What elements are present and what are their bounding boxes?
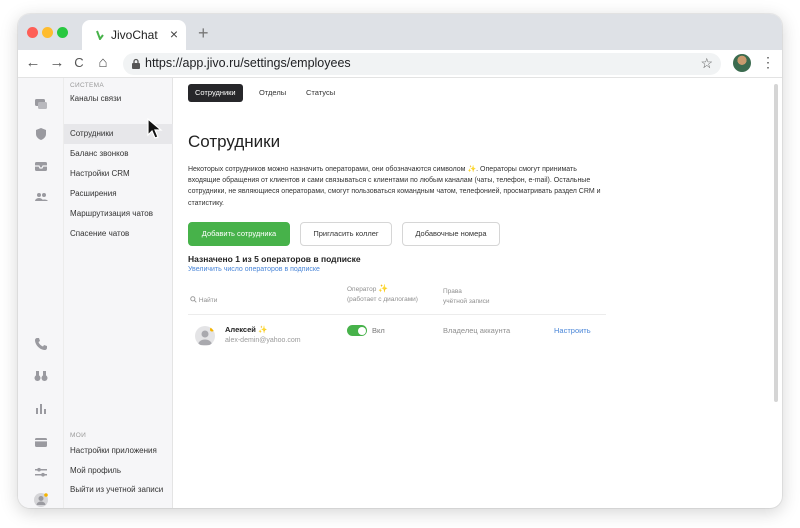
operator-toggle-label: Вкл xyxy=(372,326,385,335)
search-placeholder: Найти xyxy=(198,297,218,304)
column-rights-header: Права учётной записи xyxy=(443,287,490,307)
avatar xyxy=(195,326,215,346)
page-scrollbar[interactable] xyxy=(774,84,778,402)
page-title: Сотрудники xyxy=(188,132,281,151)
sidebar-item-logout[interactable]: Выйти из учетной записи xyxy=(64,482,164,506)
contacts-icon[interactable] xyxy=(33,188,49,204)
configure-link[interactable]: Настроить xyxy=(554,326,591,335)
new-tab-button[interactable]: + xyxy=(198,23,209,44)
wallet-icon[interactable] xyxy=(33,434,49,450)
tab-statuses[interactable]: Статусы xyxy=(299,84,342,102)
browser-window: JivoChat × + ← → C ⌂ https://app.jivo.ru… xyxy=(18,14,782,508)
increase-operators-link[interactable]: Увеличить число операторов в подписке xyxy=(188,266,320,273)
url-text: https://app.jivo.ru/settings/employees xyxy=(145,56,351,70)
column-rights-title: Права xyxy=(443,288,462,295)
employee-email: alex-demin@yahoo.com xyxy=(225,337,301,344)
column-rights-subtitle: учётной записи xyxy=(443,298,490,305)
operator-sparkle-icon: ✨ xyxy=(378,284,389,293)
browser-tab[interactable]: JivoChat × xyxy=(82,20,186,50)
operator-sparkle-icon: ✨ xyxy=(467,166,477,173)
column-operator-subtitle: (работает с диалогами) xyxy=(347,296,418,303)
operator-sparkle-icon: ✨ xyxy=(257,325,268,334)
inbox-icon[interactable] xyxy=(33,158,49,174)
search-icon xyxy=(190,296,197,303)
address-bar[interactable]: https://app.jivo.ru/settings/employees ☆ xyxy=(123,53,721,75)
main-content: Сотрудники Отделы Статусы Сотрудники Нек… xyxy=(173,78,773,508)
sidebar-item-my-profile[interactable]: Мой профиль xyxy=(64,461,173,481)
browser-menu-icon[interactable]: ⋮ xyxy=(761,54,775,71)
invite-colleagues-button[interactable]: Пригласить коллег xyxy=(300,222,392,246)
mouse-cursor-icon xyxy=(147,118,163,139)
account-role: Владелец аккаунта xyxy=(443,326,511,335)
add-employee-button[interactable]: Добавить сотрудника xyxy=(188,222,290,246)
employee-name: Алексей ✨ xyxy=(225,325,267,334)
sidebar-item-chat-rescue[interactable]: Спасение чатов xyxy=(64,224,173,244)
section-system-label: СИСТЕМА xyxy=(70,82,105,89)
page-description: Некоторых сотрудников можно назначить оп… xyxy=(188,164,608,209)
operator-toggle[interactable] xyxy=(347,325,367,336)
browser-toolbar: ← → C ⌂ https://app.jivo.ru/settings/emp… xyxy=(18,50,782,78)
chats-icon[interactable] xyxy=(33,96,49,112)
minimize-window-button[interactable] xyxy=(42,27,53,38)
sidebar-item-crm-settings[interactable]: Настройки CRM xyxy=(64,164,173,184)
shield-icon[interactable] xyxy=(33,126,49,142)
tab-departments[interactable]: Отделы xyxy=(252,84,293,102)
toggle-knob xyxy=(357,326,366,335)
close-window-button[interactable] xyxy=(27,27,38,38)
bookmark-star-icon[interactable]: ☆ xyxy=(700,55,713,72)
settings-sidebar: СИСТЕМА Каналы связи Сотрудники Баланс з… xyxy=(64,78,173,508)
profile-avatar[interactable] xyxy=(733,54,751,72)
operators-assigned-text: Назначено 1 из 5 операторов в подписке xyxy=(188,254,361,264)
user-placeholder-icon xyxy=(198,327,214,345)
tab-employees[interactable]: Сотрудники xyxy=(188,84,243,102)
extension-numbers-button[interactable]: Добавочные номера xyxy=(402,222,500,246)
forward-icon[interactable]: → xyxy=(48,54,66,71)
user-avatar-icon[interactable] xyxy=(33,492,49,508)
back-icon[interactable]: ← xyxy=(24,54,42,71)
column-operator-header: Оператор ✨ (работает с диалогами) xyxy=(347,284,418,305)
reload-icon[interactable]: C xyxy=(70,55,88,70)
section-mine-label: МОИ xyxy=(70,432,87,439)
sidebar-item-channels[interactable]: Каналы связи xyxy=(64,89,173,109)
search-field[interactable]: Найти xyxy=(190,296,217,306)
lock-icon xyxy=(132,58,140,69)
column-operator-title: Оператор xyxy=(347,286,377,293)
tab-strip: JivoChat × + xyxy=(18,14,782,50)
jivo-favicon-icon xyxy=(96,30,104,40)
sidebar-item-chat-routing[interactable]: Маршрутизация чатов xyxy=(64,204,173,224)
employee-name-text: Алексей xyxy=(225,325,256,334)
sidebar-item-call-balance[interactable]: Баланс звонков xyxy=(64,144,173,164)
phone-icon[interactable] xyxy=(33,336,49,352)
binoculars-icon[interactable] xyxy=(33,368,49,384)
table-divider xyxy=(188,314,606,315)
settings-sliders-icon[interactable] xyxy=(33,464,49,480)
app-icon-bar xyxy=(18,78,64,508)
home-icon[interactable]: ⌂ xyxy=(94,54,112,71)
statistics-icon[interactable] xyxy=(33,400,49,416)
tab-close-icon[interactable]: × xyxy=(170,26,178,42)
tab-title: JivoChat xyxy=(111,28,158,42)
description-part1: Некоторых сотрудников можно назначить оп… xyxy=(188,166,466,173)
sidebar-item-app-settings[interactable]: Настройки приложения xyxy=(64,441,173,461)
maximize-window-button[interactable] xyxy=(57,27,68,38)
sidebar-item-extensions[interactable]: Расширения xyxy=(64,184,173,204)
